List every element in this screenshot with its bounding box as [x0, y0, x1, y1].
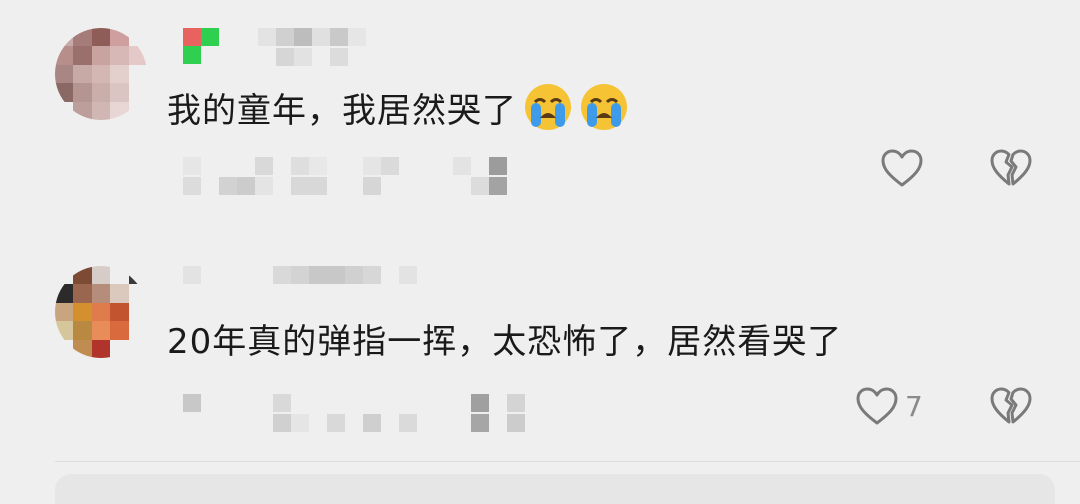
divider — [55, 461, 1080, 462]
like-count: 7 — [905, 389, 923, 423]
like-button[interactable]: 7 — [855, 386, 923, 426]
comment-input-bar[interactable] — [55, 474, 1055, 504]
comment-text: 20年真的弹指一挥，太恐怖了，居然看哭了 — [167, 322, 843, 362]
heart-outline-icon — [856, 387, 898, 425]
username-blurred[interactable] — [258, 28, 368, 68]
username-blurred[interactable] — [183, 266, 423, 294]
loudly-crying-face-icon — [525, 84, 571, 130]
broken-heart-outline-icon — [990, 387, 1032, 424]
dislike-button[interactable] — [989, 386, 1033, 426]
avatar[interactable] — [55, 266, 147, 358]
like-button[interactable] — [880, 148, 930, 188]
dislike-button[interactable] — [989, 148, 1033, 188]
heart-outline-icon — [881, 149, 923, 187]
avatar[interactable] — [55, 28, 147, 120]
broken-heart-outline-icon — [990, 149, 1032, 186]
user-badge — [183, 28, 219, 64]
loudly-crying-face-icon — [581, 84, 627, 130]
comment-meta-blurred — [183, 157, 543, 197]
comment-meta-blurred — [183, 394, 543, 434]
comment-text: 我的童年，我居然哭了 — [167, 82, 629, 133]
